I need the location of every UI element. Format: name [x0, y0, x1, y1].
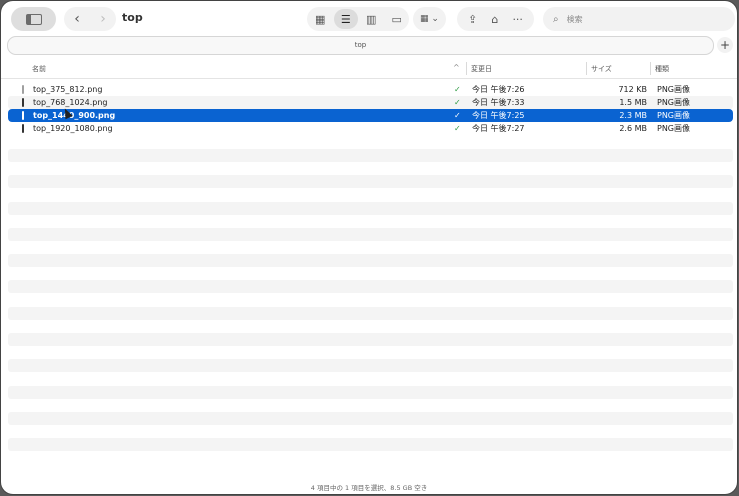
column-header: 名前 ^ 変更日 サイズ 種類 [1, 61, 737, 77]
file-size: 712 KB [618, 85, 647, 94]
empty-row [8, 306, 733, 320]
toolbar: ‹ › top ▦ ☰ ▥ ▭ ▦ ⌄ ⇪ ⌂ ··· ⌕ [1, 1, 737, 37]
file-kind: PNG画像 [657, 111, 691, 120]
empty-row [8, 175, 733, 189]
png-file-icon [22, 85, 24, 94]
finder-window: ‹ › top ▦ ☰ ▥ ▭ ▦ ⌄ ⇪ ⌂ ··· ⌕ top + 名前 ^… [1, 1, 737, 494]
path-bar[interactable]: top [7, 36, 714, 55]
file-row-selected[interactable]: top_1440_900.png ✓ 今日 午後7:25 2.3 MB PNG画… [8, 106, 733, 122]
tag-icon[interactable]: ⌂ [491, 13, 498, 26]
file-row[interactable]: top_1920_1080.png ✓ 今日 午後7:27 2.6 MB PNG… [8, 122, 733, 135]
empty-row [8, 411, 733, 425]
view-switcher: ▦ ☰ ▥ ▭ [307, 7, 409, 31]
column-view-icon[interactable]: ▥ [359, 9, 384, 29]
file-size: 1.5 MB [619, 98, 647, 107]
search-input[interactable] [564, 13, 709, 25]
group-button[interactable]: ▦ ⌄ [413, 7, 446, 31]
more-icon[interactable]: ··· [512, 13, 523, 26]
gallery-view-icon[interactable]: ▭ [385, 9, 410, 29]
file-kind: PNG画像 [657, 85, 691, 94]
column-kind[interactable]: 種類 [655, 64, 669, 74]
file-row[interactable]: top_375_812.png ✓ 今日 午後7:26 712 KB PNG画像 [8, 83, 733, 96]
header-separator [1, 78, 737, 79]
empty-row [8, 438, 733, 452]
file-name: top_768_1024.png [33, 98, 108, 107]
sidebar-icon [25, 13, 42, 25]
icloud-check-icon: ✓ [454, 124, 461, 133]
empty-row [8, 201, 733, 215]
column-divider[interactable] [466, 62, 467, 75]
share-icon[interactable]: ⇪ [468, 13, 477, 26]
grid-view-icon[interactable]: ▦ [308, 9, 333, 29]
empty-list-background [8, 149, 733, 465]
png-file-icon [22, 124, 24, 133]
search-field[interactable]: ⌕ [543, 7, 735, 31]
icloud-check-icon: ✓ [454, 98, 461, 107]
column-divider[interactable] [650, 62, 651, 75]
png-file-icon [22, 111, 24, 120]
empty-row [8, 333, 733, 347]
file-name: top_1440_900.png [33, 111, 116, 120]
empty-row [8, 254, 733, 268]
column-divider[interactable] [586, 62, 587, 75]
forward-button[interactable]: › [90, 7, 116, 31]
sort-indicator-icon: ^ [453, 63, 460, 72]
file-kind: PNG画像 [657, 98, 691, 107]
file-size: 2.3 MB [619, 111, 647, 120]
icloud-check-icon: ✓ [454, 85, 461, 94]
file-list: top_375_812.png ✓ 今日 午後7:26 712 KB PNG画像… [8, 83, 733, 135]
search-icon: ⌕ [553, 13, 559, 25]
empty-row [8, 359, 733, 373]
file-modified: 今日 午後7:26 [472, 85, 525, 94]
navigation-buttons: ‹ › [64, 7, 116, 31]
empty-row [8, 385, 733, 399]
window-title: top [122, 11, 143, 24]
file-size: 2.6 MB [619, 124, 647, 133]
file-modified: 今日 午後7:25 [472, 111, 525, 120]
sidebar-toggle-button[interactable] [11, 7, 56, 31]
list-view-icon[interactable]: ☰ [333, 9, 358, 29]
png-file-icon [22, 98, 24, 107]
column-size[interactable]: サイズ [591, 64, 612, 74]
empty-row [8, 149, 733, 162]
file-kind: PNG画像 [657, 124, 691, 133]
column-modified[interactable]: 変更日 [471, 64, 492, 74]
status-bar: 4 項目中の 1 項目を選択、8.5 GB 空き [310, 484, 428, 492]
file-modified: 今日 午後7:27 [472, 124, 525, 133]
file-row[interactable]: top_768_1024.png ✓ 今日 午後7:33 1.5 MB PNG画… [8, 96, 733, 109]
action-buttons: ⇪ ⌂ ··· [457, 7, 534, 31]
column-name[interactable]: 名前 [32, 64, 46, 74]
file-name: top_375_812.png [33, 85, 103, 94]
add-tab-button[interactable]: + [717, 37, 733, 53]
file-name: top_1920_1080.png [33, 124, 113, 133]
icloud-check-icon: ✓ [454, 111, 461, 120]
back-button[interactable]: ‹ [64, 7, 90, 31]
file-modified: 今日 午後7:33 [472, 98, 525, 107]
empty-row [8, 227, 733, 241]
empty-row [8, 280, 733, 294]
